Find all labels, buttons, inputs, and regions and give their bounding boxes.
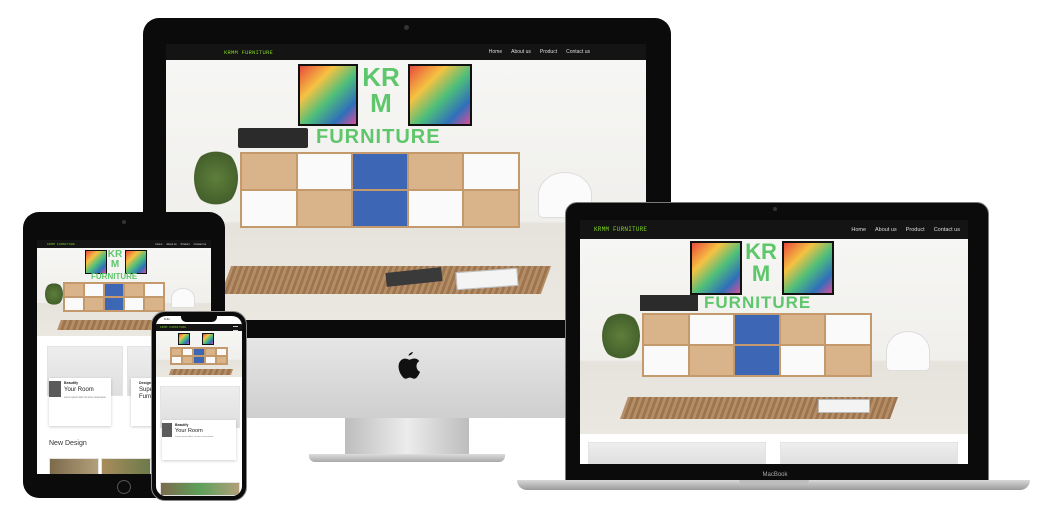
nav-product-link[interactable]: Product [181,243,190,246]
card-kicker: Design [139,381,151,385]
nav-home-link[interactable]: Home [489,49,502,55]
hero-books [818,399,870,413]
hero-logo-word: FURNITURE [704,293,812,312]
card-thumb [49,381,61,397]
feature-card-1[interactable]: Beautify Your Room Lorem ipsum dolor sit… [49,378,111,426]
phone-website: 9:41 KRMM FURNITURE Beautify Your Room L… [156,316,242,496]
hero-cabinet [642,313,872,377]
hero-cabinet [63,282,165,312]
design-photo-1[interactable] [160,482,240,496]
nav-home-link[interactable]: Home [851,227,866,233]
design-photo-1[interactable] [49,458,99,474]
hero-painting-right [408,64,472,126]
phone-notch [181,315,217,322]
phone: 9:41 KRMM FURNITURE Beautify Your Room L… [151,311,247,501]
nav-home-link[interactable]: Home [155,243,162,246]
card-title: Your Room [175,428,203,434]
product-strip [580,434,968,464]
hero-stereo [238,128,308,148]
laptop-notch [739,480,809,484]
site-menu: Home About us Product Contact us [489,49,638,55]
tablet-home-button[interactable] [117,480,131,494]
apple-logo-icon [395,350,421,380]
imac-stand [345,418,469,456]
hero-bonsai [194,148,238,208]
hero-logo-word: FURNITURE [316,126,441,148]
site-brand[interactable]: KRMM FURNITURE [160,326,186,329]
feature-card-1[interactable]: Beautify Your Room Lorem ipsum dolor sit… [162,420,236,460]
hero-painting-right [782,241,834,295]
card-text: Lorem ipsum dolor sit amet consectetur [175,436,214,438]
design-photo-2[interactable] [101,458,151,474]
hero-banner: KR M FURNITURE [580,239,968,434]
hero-logo-word: FURNITURE [91,272,138,281]
phone-status-time: 9:41 [164,317,170,321]
site-menu: Home About us Product Contact us [851,227,960,233]
hero-stereo [640,295,698,311]
hero-painting-left [690,241,742,295]
card-title: Your Room [64,387,94,393]
nav-contact-link[interactable]: Contact us [566,49,590,55]
hero-chair [886,331,930,371]
card-text: Lorem ipsum dolor sit amet consectetur [64,396,106,399]
nav-product-link[interactable]: Product [540,49,557,55]
hero-bonsai [45,282,63,306]
nav-contact-link[interactable]: Contact us [194,243,206,246]
card-kicker: Beautify [64,381,79,385]
site-navbar: KRMM FURNITURE Home About us Product Con… [166,44,646,60]
imac-base [309,454,505,462]
nav-product-link[interactable]: Product [906,227,925,233]
hero-cabinet [170,347,228,365]
hero-painting-left [298,64,358,126]
nav-about-link[interactable]: About us [511,49,531,55]
hero-logo-letters: KR M [745,239,777,286]
site-brand[interactable]: KRMM FURNITURE [224,49,273,56]
site-navbar: KRMM FURNITURE Home About us Product Con… [37,240,211,248]
product-thumb-2[interactable] [780,442,958,464]
imac-camera-icon [404,25,409,30]
hero-painting-right [125,250,147,274]
hero-banner [156,331,242,377]
laptop-website: KRMM FURNITURE Home About us Product Con… [580,220,968,464]
hero-logo-letters: KR M [362,62,400,118]
site-brand[interactable]: KRMM FURNITURE [594,226,647,233]
hero-painting-left [85,250,107,274]
tablet-camera-icon [122,220,126,224]
card-thumb [162,423,172,437]
hero-rug [168,369,234,375]
nav-contact-link[interactable]: Contact us [934,227,960,233]
site-navbar: KRMM FURNITURE Home About us Product Con… [580,220,968,239]
hero-painting-left [178,333,190,345]
card-kicker: Beautify [175,423,189,427]
nav-about-link[interactable]: About us [166,243,176,246]
hero-chair [171,288,195,308]
nav-about-link[interactable]: About us [875,227,897,233]
section-title-new-design: New Design [49,440,87,447]
laptop-label: MacBook [762,472,788,478]
hero-cabinet [240,152,520,228]
site-navbar: KRMM FURNITURE [156,324,242,331]
site-menu: Home About us Product Contact us [155,243,206,246]
site-brand[interactable]: KRMM FURNITURE [47,243,75,246]
laptop-camera-icon [773,207,777,211]
product-thumb-1[interactable] [588,442,766,464]
hero-logo-letters: KR M [107,249,123,270]
hero-painting-right [202,333,214,345]
hero-bonsai [602,311,640,361]
laptop: MacBook KRMM FURNITURE Home About us Pro… [517,202,1030,494]
